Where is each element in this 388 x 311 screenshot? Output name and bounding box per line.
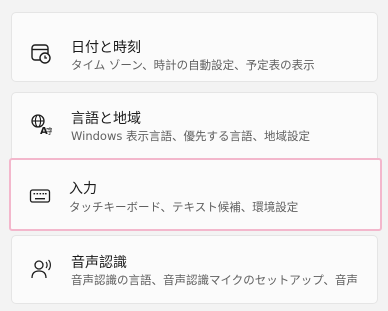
settings-item-subtitle: タッチキーボード、テキスト候補、環境設定 [69,200,299,214]
keyboard-icon [29,185,51,207]
settings-item-subtitle: タイム ゾーン、時計の自動設定、予定表の表示 [71,58,315,72]
settings-item-typing[interactable]: 入力 タッチキーボード、テキスト候補、環境設定 [9,158,382,231]
settings-item-date-time[interactable]: 日付と時刻 タイム ゾーン、時計の自動設定、予定表の表示 [11,12,378,82]
settings-item-speech[interactable]: 音声認識 音声認識の言語、音声認識マイクのセットアップ、音声 [11,235,378,304]
speech-person-icon [30,258,52,280]
settings-item-title: 入力 [69,181,97,197]
language-globe-icon: A 字 [30,113,54,137]
settings-item-title: 音声認識 [71,255,127,271]
settings-item-subtitle: 音声認識の言語、音声認識マイクのセットアップ、音声 [71,273,358,287]
settings-item-language-region[interactable]: A 字 言語と地域 Windows 表示言語、優先する言語、地域設定 [11,92,378,163]
settings-item-title: 日付と時刻 [71,40,141,56]
settings-item-title: 言語と地域 [71,111,141,127]
calendar-clock-icon [30,43,52,65]
settings-item-subtitle: Windows 表示言語、優先する言語、地域設定 [71,129,310,143]
svg-text:字: 字 [46,126,52,135]
